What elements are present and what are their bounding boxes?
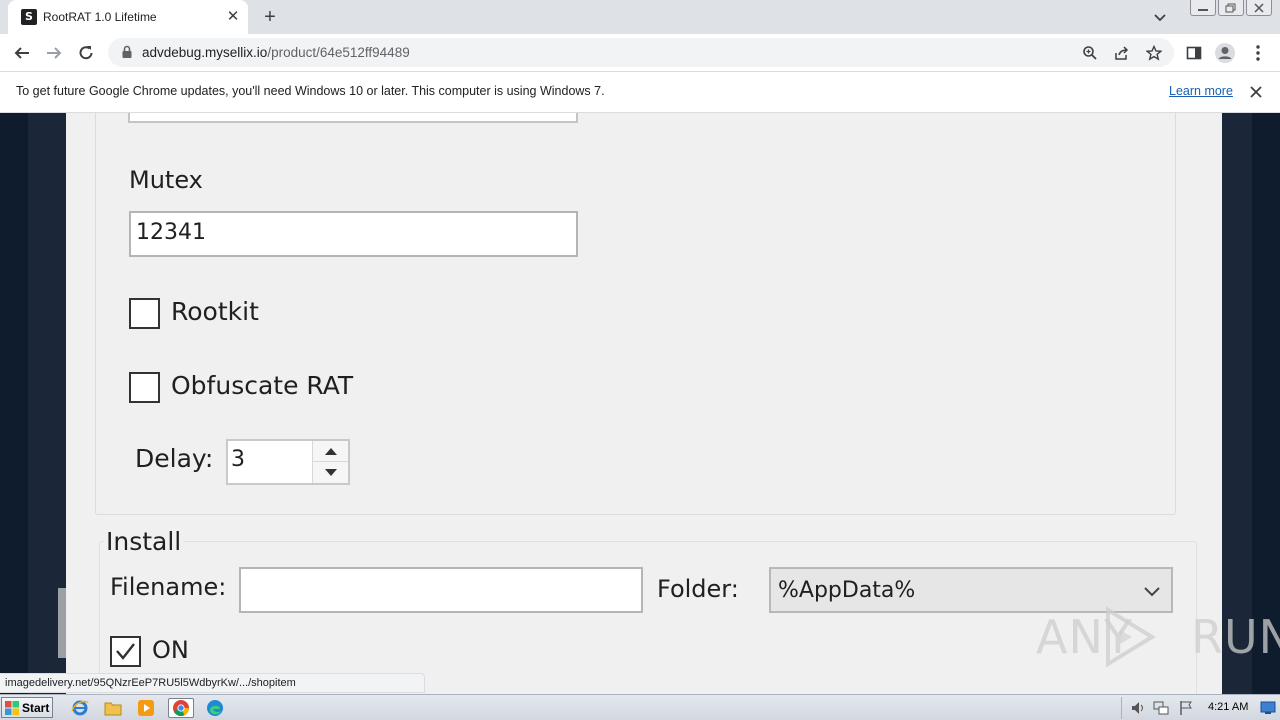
- install-group-label: Install: [104, 527, 184, 556]
- tab-search-chevron-icon[interactable]: [1150, 7, 1170, 27]
- edge-icon[interactable]: [204, 698, 226, 718]
- rootkit-label: Rootkit: [171, 297, 259, 326]
- profile-avatar-icon[interactable]: [1213, 41, 1237, 65]
- back-icon[interactable]: [10, 41, 34, 65]
- image-scroll-strip: [58, 588, 66, 658]
- start-button[interactable]: Start: [1, 697, 53, 718]
- tab-title: RootRAT 1.0 Lifetime: [43, 10, 157, 24]
- address-bar[interactable]: advdebug.mysellix.io/product/64e512ff944…: [108, 38, 1174, 67]
- stepper-up-icon: [313, 441, 348, 462]
- forward-icon[interactable]: [42, 41, 66, 65]
- lock-icon[interactable]: [120, 45, 134, 59]
- network-icon: [1153, 701, 1169, 715]
- watermark-right: RUN: [1190, 610, 1280, 664]
- stepper-buttons: [312, 441, 348, 483]
- on-label: ON: [152, 636, 189, 664]
- side-panel-icon[interactable]: [1182, 41, 1206, 65]
- internet-explorer-icon[interactable]: [69, 698, 91, 718]
- install-group: [99, 541, 1197, 694]
- delay-value: 3: [231, 447, 245, 472]
- taskbar-clock[interactable]: 4:21 AM: [1208, 701, 1248, 713]
- product-screenshot: Mutex 12341 Rootkit Obfuscate RAT Delay:…: [66, 113, 1222, 694]
- previous-text-field: [128, 113, 578, 123]
- chrome-taskbar-icon[interactable]: [168, 698, 194, 718]
- filename-label: Filename:: [110, 573, 227, 601]
- infobar-close-icon[interactable]: [1246, 82, 1266, 102]
- file-explorer-icon[interactable]: [102, 698, 124, 718]
- on-checkbox: [110, 636, 141, 667]
- action-center-flag-icon: [1180, 701, 1192, 715]
- delay-stepper: 3: [226, 439, 350, 485]
- media-player-icon[interactable]: [135, 698, 157, 718]
- infobar-message: To get future Google Chrome updates, you…: [16, 84, 605, 98]
- tab-close-icon[interactable]: ✕: [224, 8, 242, 26]
- obfuscate-label: Obfuscate RAT: [171, 371, 354, 400]
- delay-label: Delay:: [135, 444, 214, 473]
- menu-kebab-icon[interactable]: [1246, 41, 1270, 65]
- browser-tab[interactable]: S RootRAT 1.0 Lifetime ✕: [8, 0, 248, 34]
- page-side-panel-right: [1222, 113, 1252, 694]
- obfuscate-checkbox: [129, 372, 160, 403]
- windows-taskbar: Start 4:21 AM: [0, 694, 1280, 720]
- page-content: Mutex 12341 Rootkit Obfuscate RAT Delay:…: [0, 113, 1280, 694]
- learn-more-link[interactable]: Learn more: [1169, 84, 1233, 98]
- play-triangle-icon: [1106, 606, 1156, 668]
- folder-label: Folder:: [657, 575, 739, 603]
- reload-icon[interactable]: [74, 41, 98, 65]
- sellix-favicon-icon: S: [21, 9, 37, 25]
- restore-icon[interactable]: [1218, 0, 1244, 16]
- url-text: advdebug.mysellix.io/product/64e512ff944…: [142, 45, 410, 60]
- filename-field: [239, 567, 643, 613]
- mutex-field: 12341: [129, 211, 578, 257]
- mutex-label: Mutex: [129, 166, 203, 194]
- rootkit-checkbox: [129, 298, 160, 329]
- volume-icon: [1132, 702, 1143, 714]
- update-infobar: To get future Google Chrome updates, you…: [0, 71, 1280, 113]
- stepper-down-icon: [313, 462, 348, 483]
- share-icon[interactable]: [1112, 43, 1132, 63]
- tab-strip: S RootRAT 1.0 Lifetime ✕ +: [0, 0, 1280, 34]
- zoom-icon[interactable]: [1080, 43, 1100, 63]
- window-controls: [1190, 0, 1272, 18]
- minimize-icon[interactable]: [1190, 0, 1216, 16]
- bookmark-star-icon[interactable]: [1144, 43, 1164, 63]
- chevron-down-icon: [1141, 580, 1163, 602]
- folder-selected-value: %AppData%: [778, 578, 916, 603]
- window-close-icon[interactable]: [1246, 0, 1272, 16]
- browser-toolbar: advdebug.mysellix.io/product/64e512ff944…: [0, 34, 1280, 71]
- anyrun-watermark: ANY RUN: [1036, 606, 1280, 668]
- windows-logo-icon: [5, 700, 19, 715]
- status-bubble-url: imagedelivery.net/95QNzrEeP7RU5l5WdbyrKw…: [0, 673, 425, 693]
- show-desktop-icon: [1260, 701, 1276, 714]
- system-tray: [1121, 697, 1280, 719]
- new-tab-icon[interactable]: +: [259, 6, 281, 28]
